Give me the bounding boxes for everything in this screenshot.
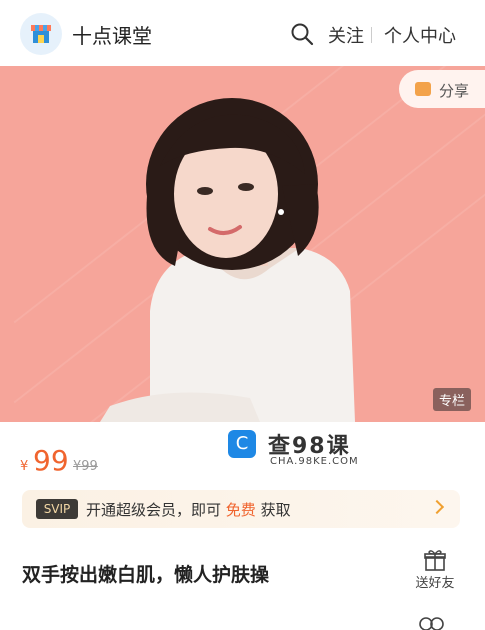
svip-text-free: 免费 bbox=[225, 501, 256, 519]
course-title: 双手按出嫩白肌，懒人护肤操 bbox=[22, 564, 270, 586]
column-tag: 专栏 bbox=[432, 388, 471, 411]
top-bar: 十点课堂 关注 个人中心 bbox=[0, 0, 485, 67]
svip-text: 开通超级会员，即可 免费 获取 bbox=[86, 499, 291, 520]
share-icon bbox=[415, 82, 431, 96]
current-price: 99 bbox=[33, 444, 69, 477]
group-icon[interactable] bbox=[410, 610, 454, 630]
search-icon[interactable] bbox=[290, 22, 314, 46]
app-name: 十点课堂 bbox=[72, 24, 152, 48]
svip-text-suffix: 获取 bbox=[260, 501, 291, 519]
gift-label: 送好友 bbox=[415, 576, 455, 591]
divider bbox=[371, 27, 372, 43]
share-label: 分享 bbox=[439, 82, 470, 100]
watermark-subtitle: CHA.98KE.COM bbox=[270, 456, 359, 467]
store-icon bbox=[31, 25, 51, 43]
original-price: ¥99 bbox=[73, 459, 98, 474]
gift-to-friend-button[interactable]: 送好友 bbox=[410, 548, 460, 594]
currency-symbol: ¥ bbox=[20, 459, 29, 474]
gift-icon bbox=[424, 550, 446, 571]
user-center-link[interactable]: 个人中心 bbox=[384, 22, 456, 48]
chevron-right-icon bbox=[429, 499, 445, 515]
follow-button[interactable]: 关注 bbox=[328, 22, 364, 48]
course-cover: 分享 专栏 bbox=[0, 66, 485, 422]
app-logo[interactable] bbox=[20, 13, 62, 55]
svip-text-prefix: 开通超级会员，即可 bbox=[86, 501, 222, 519]
watermark: C 查98课 CHA.98KE.COM bbox=[228, 428, 368, 472]
svip-promo-banner[interactable]: SVIP 开通超级会员，即可 免费 获取 bbox=[22, 490, 460, 528]
svip-badge: SVIP bbox=[36, 499, 78, 519]
presenter-portrait bbox=[100, 98, 355, 422]
watermark-logo-icon: C bbox=[228, 430, 256, 458]
share-button[interactable]: 分享 bbox=[399, 70, 485, 108]
